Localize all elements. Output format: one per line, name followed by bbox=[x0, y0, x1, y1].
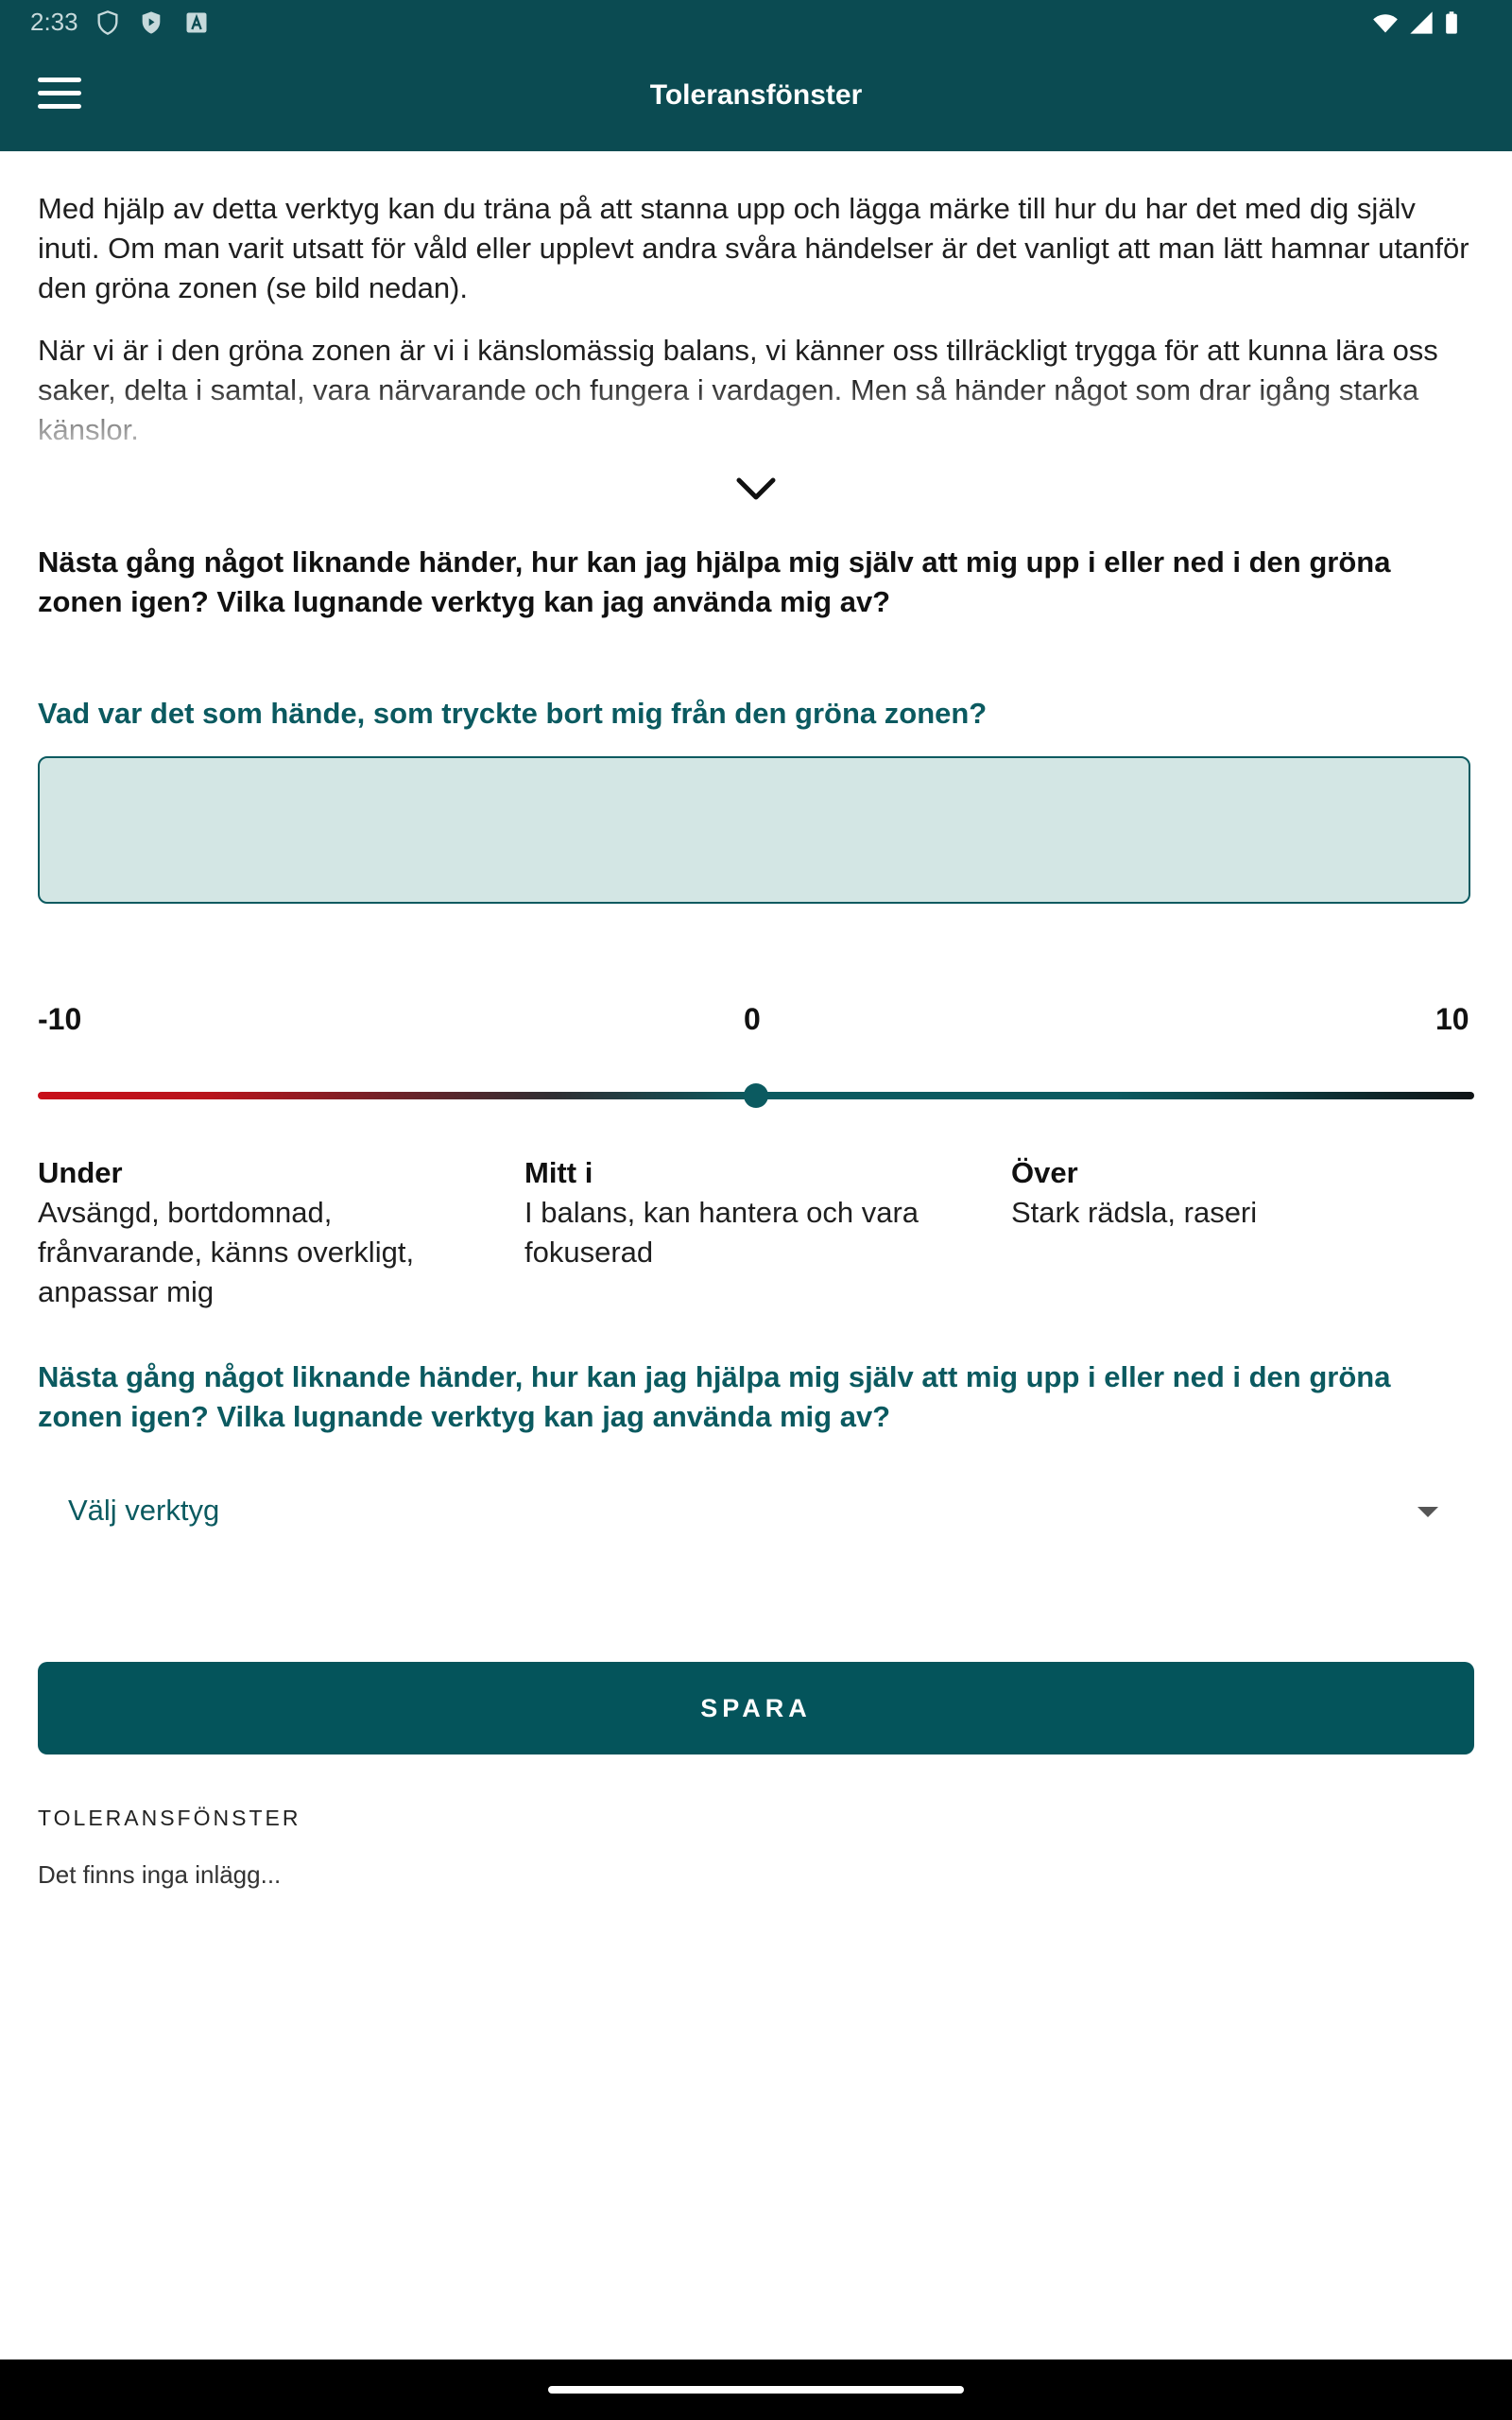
entries-empty-text: Det finns inga inlägg... bbox=[38, 1860, 282, 1889]
signal-icon bbox=[1410, 11, 1433, 34]
entries-section-title: TOLERANSFÖNSTER bbox=[38, 1806, 301, 1830]
status-time: 2:33 bbox=[30, 8, 78, 36]
legend-description: Stark rädsla, raseri bbox=[1011, 1196, 1258, 1229]
legend-title: Mitt i bbox=[524, 1156, 593, 1189]
question-what-happened: Vad var det som hände, som tryckte bort … bbox=[38, 697, 988, 730]
status-bar: 2:33 bbox=[0, 0, 1512, 47]
play-protect-icon bbox=[142, 11, 161, 34]
tool-select[interactable]: Välj verktyg bbox=[38, 1475, 1474, 1550]
system-nav-bar bbox=[0, 2360, 1512, 2420]
legend-over: Över Stark rädsla, raseri bbox=[1011, 1153, 1455, 1233]
intro-paragraph-2: När vi är i den gröna zonen är vi i käns… bbox=[38, 334, 1438, 446]
page-title: Toleransfönster bbox=[649, 79, 863, 111]
tool-select-value: Välj verktyg bbox=[68, 1494, 220, 1527]
home-gesture-handle[interactable] bbox=[548, 2386, 964, 2394]
legend-title: Över bbox=[1011, 1156, 1078, 1189]
save-button[interactable]: SPARA bbox=[38, 1662, 1474, 1754]
wifi-icon bbox=[1373, 14, 1398, 33]
scale-mid-label: 0 bbox=[744, 1002, 761, 1036]
scale-max-label: 10 bbox=[1435, 1002, 1469, 1036]
legend-description: I balans, kan hantera och vara fokuserad bbox=[524, 1196, 919, 1269]
app-bar: Toleransfönster bbox=[0, 47, 1512, 151]
scale-min-label: -10 bbox=[38, 1002, 82, 1036]
question-calming-tools: Nästa gång något liknande händer, hur ka… bbox=[38, 1360, 1391, 1433]
legend-middle: Mitt i I balans, kan hantera och vara fo… bbox=[524, 1153, 969, 1272]
intro-paragraph-1: Med hjälp av detta verktyg kan du träna … bbox=[38, 192, 1469, 304]
legend-title: Under bbox=[38, 1156, 123, 1189]
legend-under: Under Avsängd, bortdomnad, frånvarande, … bbox=[38, 1153, 482, 1312]
intro-text: Med hjälp av detta verktyg kan du träna … bbox=[38, 189, 1474, 473]
dropdown-caret-icon bbox=[1418, 1507, 1438, 1517]
legend-description: Avsängd, bortdomnad, frånvarande, känns … bbox=[38, 1196, 415, 1308]
shield-icon bbox=[97, 10, 118, 35]
chevron-down-icon[interactable] bbox=[733, 473, 779, 505]
what-happened-input[interactable] bbox=[38, 756, 1470, 904]
prompt-heading: Nästa gång något liknande händer, hur ka… bbox=[38, 545, 1391, 618]
text-a-icon bbox=[186, 12, 207, 33]
battery-icon bbox=[1446, 11, 1457, 34]
tolerance-slider-thumb[interactable] bbox=[744, 1083, 768, 1108]
